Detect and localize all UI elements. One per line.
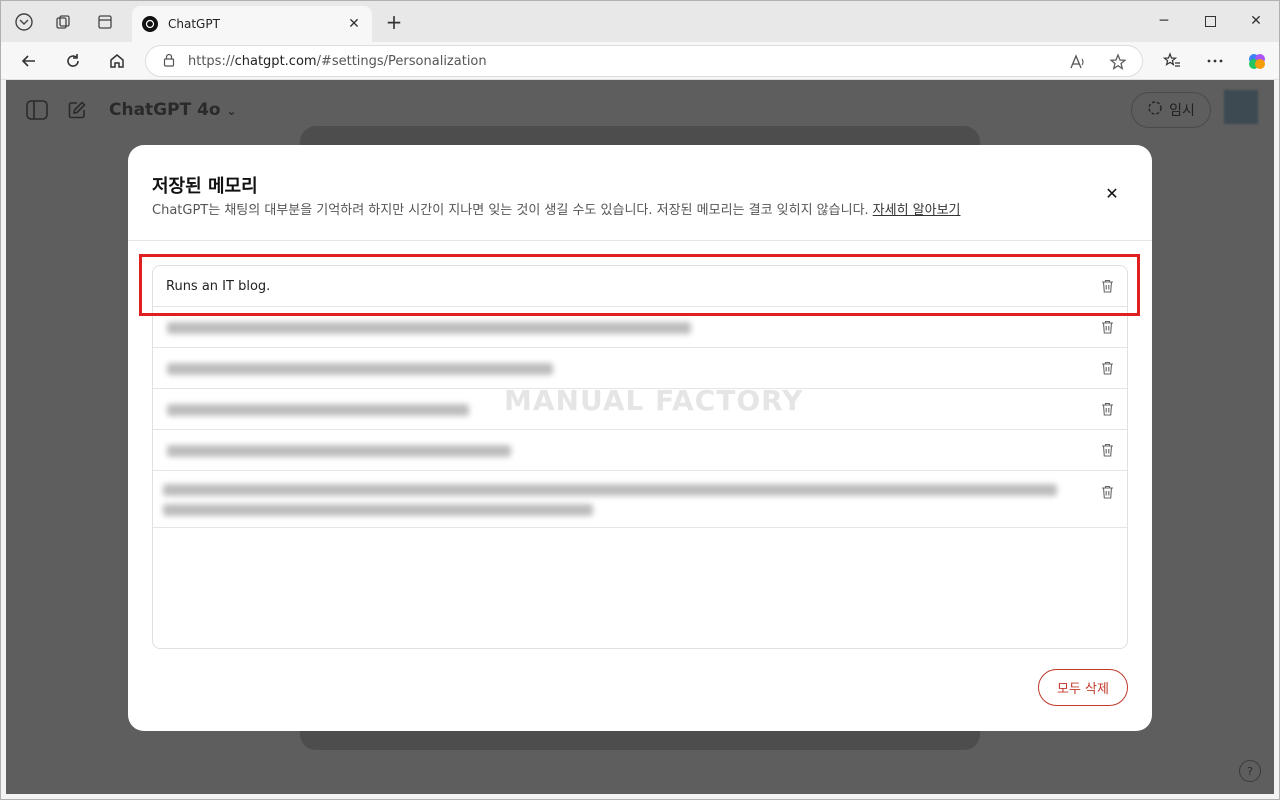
redacted-memory-text	[163, 484, 1057, 496]
highlight-box	[139, 254, 1140, 316]
url-text: https://chatgpt.com/#settings/Personaliz…	[188, 53, 487, 69]
trash-icon[interactable]	[1099, 484, 1115, 500]
redacted-memory-text	[163, 504, 593, 516]
memory-item	[153, 348, 1127, 389]
tab-title: ChatGPT	[168, 17, 220, 31]
browser-toolbar: https://chatgpt.com/#settings/Personaliz…	[0, 42, 1280, 80]
saved-memory-dialog: 저장된 메모리 ChatGPT는 채팅의 대부분을 기억하려 하지만 시간이 지…	[128, 145, 1152, 731]
memory-item	[153, 430, 1127, 471]
workspaces-icon[interactable]	[49, 8, 77, 36]
help-icon[interactable]: ?	[1239, 760, 1261, 782]
memory-item	[153, 471, 1127, 528]
trash-icon[interactable]	[1099, 319, 1115, 335]
home-icon[interactable]	[103, 47, 131, 75]
tab-actions-icon[interactable]	[91, 8, 119, 36]
more-options-icon[interactable]	[1201, 47, 1229, 75]
temporary-chat-button[interactable]: 임시	[1131, 92, 1211, 128]
trash-icon[interactable]	[1099, 360, 1115, 376]
new-tab-icon[interactable]: +	[380, 8, 408, 36]
address-bar[interactable]: https://chatgpt.com/#settings/Personaliz…	[145, 45, 1143, 77]
lock-icon[interactable]	[162, 52, 176, 71]
chatgpt-logo-icon	[142, 16, 158, 32]
refresh-icon[interactable]	[59, 47, 87, 75]
watermark: MANUAL FACTORY	[504, 384, 804, 417]
tab-chatgpt[interactable]: ChatGPT ✕	[132, 6, 372, 42]
new-chat-icon[interactable]	[65, 98, 89, 122]
divider	[128, 240, 1152, 241]
maximize-icon[interactable]	[1187, 6, 1233, 36]
favorites-icon[interactable]	[1158, 47, 1186, 75]
redacted-memory-text	[167, 445, 511, 457]
redacted-memory-text	[167, 322, 691, 334]
temporary-chat-icon	[1147, 100, 1163, 120]
favorite-star-icon[interactable]	[1108, 52, 1128, 72]
chevron-down-icon: ⌄	[226, 104, 237, 118]
avatar[interactable]	[1224, 90, 1258, 124]
browser-titlebar: ChatGPT ✕ + ─ ✕	[0, 0, 1280, 42]
back-icon[interactable]	[15, 47, 43, 75]
minimize-icon[interactable]: ─	[1141, 6, 1187, 36]
delete-all-button[interactable]: 모두 삭제	[1038, 669, 1128, 706]
model-selector[interactable]: ChatGPT 4o ⌄	[109, 100, 237, 120]
dialog-description: ChatGPT는 채팅의 대부분을 기억하려 하지만 시간이 지나면 잊는 것이…	[152, 203, 961, 218]
trash-icon[interactable]	[1099, 442, 1115, 458]
copilot-icon[interactable]	[1243, 47, 1271, 75]
memory-list: Runs an IT blog.	[152, 265, 1128, 649]
close-window-icon[interactable]: ✕	[1233, 6, 1279, 36]
dialog-title: 저장된 메모리	[152, 176, 258, 197]
sidebar-toggle-icon[interactable]	[25, 98, 49, 122]
trash-icon[interactable]	[1099, 401, 1115, 417]
read-aloud-icon[interactable]	[1068, 52, 1088, 72]
close-icon[interactable]: ✕	[1100, 181, 1124, 205]
learn-more-link[interactable]: 자세히 알아보기	[873, 203, 961, 218]
tab-close-icon[interactable]: ✕	[344, 14, 364, 34]
redacted-memory-text	[167, 404, 469, 416]
redacted-memory-text	[167, 363, 553, 375]
profile-icon[interactable]	[10, 8, 38, 36]
